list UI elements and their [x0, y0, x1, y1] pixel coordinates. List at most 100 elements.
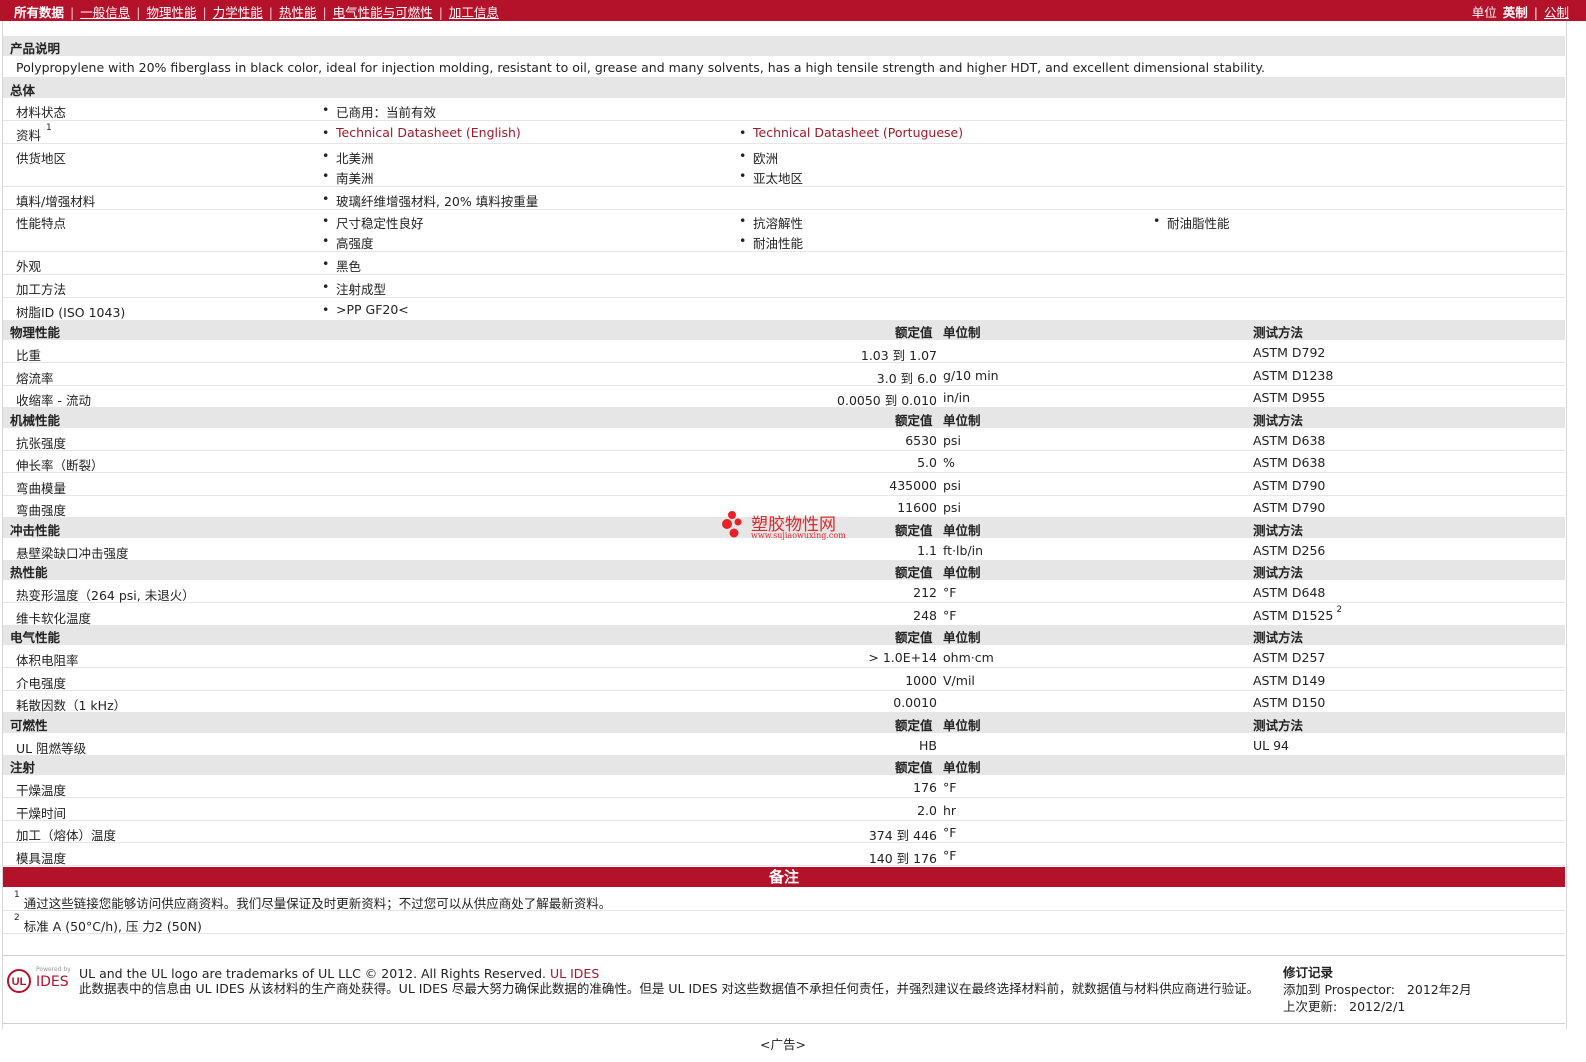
property-unit: °F [943, 780, 957, 795]
property-value: 5.0 [917, 455, 937, 470]
trademark-text: UL and the UL logo are trademarks of UL … [79, 966, 547, 981]
general-item: 欧洲 [739, 148, 778, 167]
footnote-marker: 1 [46, 123, 52, 133]
description-text: Polypropylene with 20% fiberglass in bla… [16, 60, 1266, 75]
note-number: 1 [14, 890, 20, 900]
tab-mechanical[interactable]: 力学性能 [207, 5, 269, 20]
section-header-row: 物理性能 额定值 单位制 测试方法 [3, 320, 1565, 340]
property-value: 212 [913, 585, 937, 600]
column-header-unit: 单位制 [943, 565, 981, 580]
column-header-value: 额定值 [895, 522, 933, 538]
property-row: 伸长率（断裂） 5.0% ASTM D638 [3, 450, 1565, 473]
datasheet-link[interactable]: Technical Datasheet (English) [322, 125, 521, 140]
general-row: 树脂ID (ISO 1043) >PP GF20< [3, 298, 1565, 321]
tab-processing[interactable]: 加工信息 [443, 5, 505, 20]
property-value: 374 到 446 [868, 828, 937, 843]
column-header-method: 测试方法 [1253, 325, 1304, 340]
column-header-unit: 单位制 [943, 522, 981, 538]
general-item: 玻璃纤维增强材料, 20% 填料按重量 [322, 191, 538, 210]
footer-divider [3, 1023, 1565, 1024]
general-item: 已商用：当前有效 [322, 102, 436, 121]
property-unit: °F [943, 825, 957, 840]
column-header-unit: 单位制 [943, 717, 981, 733]
section-header-row: 热性能 额定值 单位制 测试方法 [3, 560, 1565, 580]
column-header-unit: 单位制 [943, 760, 981, 775]
unit-metric[interactable]: 公制 [1541, 5, 1572, 20]
property-row: 抗张强度 6530 psi ASTM D638 [3, 428, 1565, 451]
general-label: 性能特点 [16, 216, 67, 231]
property-name: 模具温度 [16, 851, 67, 866]
property-name: 弯曲强度 [16, 503, 67, 518]
logo-ides-text: IDES [36, 974, 69, 990]
watermark-url: www.sujiaowuxing.com [751, 531, 846, 540]
test-method: ASTM D256 [1253, 543, 1326, 558]
property-row: 熔流率 3.0 到 6.0 g/10 min ASTM D1238 [3, 363, 1565, 386]
tab-thermal[interactable]: 热性能 [273, 5, 323, 20]
tab-all-data[interactable]: 所有数据 [14, 5, 70, 20]
general-item: 注射成型 [322, 279, 386, 298]
property-row: 悬壁梁缺口冲击强度 1.1 ft·lb/in ASTM D256 [3, 538, 1565, 561]
property-row: 维卡软化温度 248 °F ASTM D1525 2 [3, 603, 1565, 626]
general-header: 总体 [10, 83, 36, 98]
property-unit: ohm·cm [943, 650, 994, 665]
top-nav-bar: 所有数据 | 一般信息 | 物理性能 | 力学性能 | 热性能 | 电气性能与可燃性 | 加工信息 单位… [0, 0, 1586, 21]
column-header-value: 额定值 [895, 760, 933, 775]
unit-english[interactable]: 英制 [1500, 5, 1531, 20]
section-header-row: 注射 额定值 单位制 [3, 755, 1565, 775]
property-unit: ft·lb/in [943, 543, 984, 558]
general-item: 黑色 [322, 256, 361, 275]
property-unit: °F [943, 848, 957, 863]
property-row: UL 阻燃等级 HB UL 94 [3, 733, 1565, 756]
test-method: ASTM D790 [1253, 500, 1326, 515]
property-unit: psi [943, 500, 961, 515]
unit-switcher: 单位 英制 | 公制 [1469, 2, 1572, 21]
property-value: > 1.0E+14 [868, 650, 937, 665]
property-value: HB [919, 738, 937, 753]
revision-added-label: 添加到 Prospector: [1283, 982, 1395, 997]
property-row: 干燥时间 2.0 hr [3, 798, 1565, 821]
test-method: ASTM D1525 2 [1253, 605, 1343, 623]
general-item: 北美洲 [322, 148, 373, 167]
revision-title: 修订记录 [1283, 965, 1334, 980]
note-number: 2 [14, 913, 20, 923]
revision-updated-value: 2012/2/1 [1349, 999, 1406, 1014]
disclaimer-text: 此数据表中的信息由 UL IDES 从该材料的生产商处获得。UL IDES 尽最… [79, 981, 1260, 996]
property-value: 140 到 176 [868, 851, 937, 866]
section-header-row: 可燃性 额定值 单位制 测试方法 [3, 712, 1565, 733]
property-value: 435000 [889, 478, 937, 493]
test-method: UL 94 [1253, 738, 1289, 753]
general-label: 外观 [16, 259, 42, 274]
property-unit: °F [943, 585, 957, 600]
section-title: 物理性能 [10, 325, 61, 340]
description-row: Polypropylene with 20% fiberglass in bla… [3, 56, 1565, 78]
general-row: 填料/增强材料 玻璃纤维增强材料, 20% 填料按重量 [3, 187, 1565, 210]
section-title: 机械性能 [10, 412, 61, 428]
property-unit: in/in [943, 390, 971, 405]
column-header-value: 额定值 [895, 412, 933, 428]
general-label: 加工方法 [16, 282, 67, 297]
test-method: ASTM D638 [1253, 433, 1326, 448]
tab-general-info[interactable]: 一般信息 [74, 5, 136, 20]
property-unit: hr [943, 803, 957, 818]
tab-electrical-flammability[interactable]: 电气性能与可燃性 [327, 5, 439, 20]
general-item: 亚太地区 [739, 168, 803, 187]
section-header-row: 机械性能 额定值 单位制 测试方法 [3, 407, 1565, 428]
datasheet-link[interactable]: Technical Datasheet (Portuguese) [739, 125, 963, 140]
property-value: 6530 [905, 433, 937, 448]
column-header-value: 额定值 [895, 630, 933, 645]
general-label: 资料 [16, 128, 42, 143]
general-item: 耐油脂性能 [1153, 213, 1229, 232]
test-method: ASTM D955 [1253, 390, 1326, 405]
property-row: 耗散因数（1 kHz） 0.0010 ASTM D150 [3, 690, 1565, 713]
ul-ides-link[interactable]: UL IDES [550, 966, 599, 981]
section-header-row: 电气性能 额定值 单位制 测试方法 [3, 625, 1565, 645]
general-item: 高强度 [322, 233, 373, 252]
note-row: 1 通过这些链接您能够访问供应商资料。我们尽量保证及时更新资料；不过您可以从供应… [3, 888, 1565, 911]
column-header-unit: 单位制 [943, 325, 981, 340]
general-label: 填料/增强材料 [16, 194, 96, 209]
revision-updated-label: 上次更新: [1283, 999, 1338, 1014]
column-header-method: 测试方法 [1253, 630, 1304, 645]
note-row: 2 标准 A (50°C/h), 压 力2 (50N) [3, 911, 1565, 934]
property-name: 耗散因数（1 kHz） [16, 698, 127, 713]
tab-physical[interactable]: 物理性能 [140, 5, 202, 20]
